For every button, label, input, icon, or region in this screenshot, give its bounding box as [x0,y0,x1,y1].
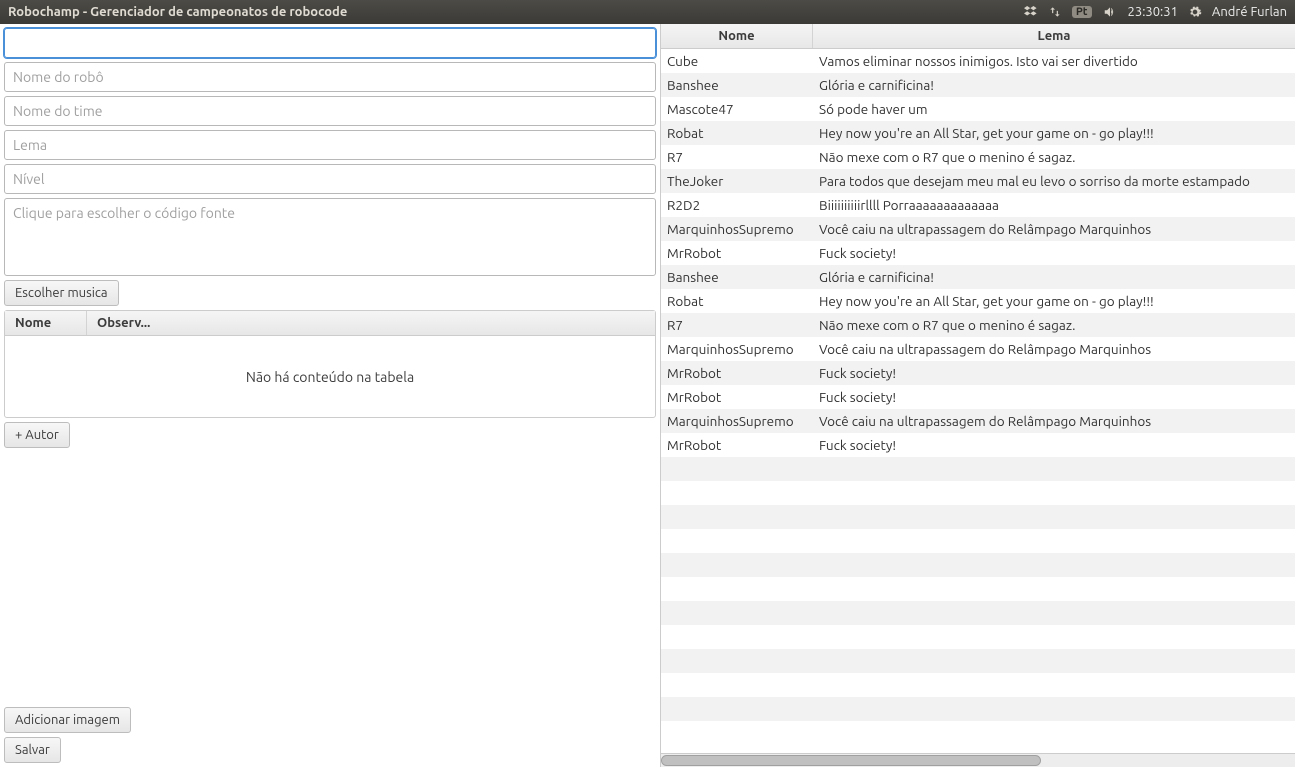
table-row[interactable]: Mascote47Só pode haver um [661,97,1295,121]
cell-nome: MarquinhosSupremo [661,221,813,237]
authors-table-header: Nome Observ... [5,311,655,336]
table-row-empty [661,649,1295,673]
cell-lema: Vamos eliminar nossos inimigos. Isto vai… [813,53,1295,69]
cell-nome: TheJoker [661,173,813,189]
titlebar: Robochamp - Gerenciador de campeonatos d… [0,0,1295,24]
authors-col-obs[interactable]: Observ... [87,311,655,335]
lema-input[interactable] [4,130,656,160]
table-row[interactable]: MrRobotFuck society! [661,241,1295,265]
cell-nome: MrRobot [661,245,813,261]
scrollbar-thumb[interactable] [661,755,1041,766]
table-row[interactable]: MarquinhosSupremoVocê caiu na ultrapassa… [661,409,1295,433]
dropbox-icon[interactable] [1024,5,1038,19]
add-image-button[interactable]: Adicionar imagem [4,707,131,733]
table-row[interactable]: MrRobotFuck society! [661,385,1295,409]
cell-lema: Não mexe com o R7 que o menino é sagaz. [813,317,1295,333]
clock[interactable]: 23:30:31 [1128,5,1178,19]
table-row[interactable]: TheJokerPara todos que desejam meu mal e… [661,169,1295,193]
cell-lema: Fuck society! [813,245,1295,261]
cell-lema: Glória e carnificina! [813,77,1295,93]
cell-nome: MrRobot [661,437,813,453]
cell-nome: Banshee [661,269,813,285]
cell-lema: Para todos que desejam meu mal eu levo o… [813,173,1295,189]
cell-nome: R2D2 [661,197,813,213]
table-row-empty [661,577,1295,601]
nivel-input[interactable] [4,164,656,194]
add-author-button[interactable]: + Autor [4,422,70,448]
gear-icon[interactable] [1188,5,1202,19]
authors-col-nome[interactable]: Nome [5,311,87,335]
network-icon[interactable] [1048,5,1062,19]
main-content: Escolher musica Nome Observ... Não há co… [0,24,1295,767]
cell-lema: Glória e carnificina! [813,269,1295,285]
volume-icon[interactable] [1102,5,1118,19]
user-menu[interactable]: André Furlan [1212,5,1287,19]
table-row[interactable]: R7Não mexe com o R7 que o menino é sagaz… [661,145,1295,169]
table-row[interactable]: RobatHey now you're an All Star, get you… [661,121,1295,145]
robots-table-body[interactable]: CubeVamos eliminar nossos inimigos. Isto… [661,49,1295,753]
table-row[interactable]: RobatHey now you're an All Star, get you… [661,289,1295,313]
cell-nome: MrRobot [661,389,813,405]
cell-lema: Fuck society! [813,365,1295,381]
cell-lema: Você caiu na ultrapassagem do Relâmpago … [813,221,1295,237]
cell-lema: Você caiu na ultrapassagem do Relâmpago … [813,413,1295,429]
cell-nome: MarquinhosSupremo [661,341,813,357]
table-row[interactable]: BansheeGlória e carnificina! [661,73,1295,97]
robot-name-input[interactable] [4,62,656,92]
robots-col-nome[interactable]: Nome [661,24,813,48]
cell-nome: Robat [661,293,813,309]
table-row-empty [661,721,1295,745]
cell-lema: Biiiiiiiiiirllll Porraaaaaaaaaaaaa [813,197,1295,213]
table-row[interactable]: MarquinhosSupremoVocê caiu na ultrapassa… [661,337,1295,361]
robots-col-lema[interactable]: Lema [813,24,1295,48]
table-row-empty [661,529,1295,553]
table-row-empty [661,553,1295,577]
robots-table-header: Nome Lema [661,24,1295,49]
table-row-empty [661,481,1295,505]
table-row[interactable]: BansheeGlória e carnificina! [661,265,1295,289]
cell-lema: Não mexe com o R7 que o menino é sagaz. [813,149,1295,165]
cell-nome: Banshee [661,77,813,93]
cell-nome: Cube [661,53,813,69]
authors-table-empty: Não há conteúdo na tabela [5,336,655,417]
table-row-empty [661,697,1295,721]
cell-nome: R7 [661,149,813,165]
table-row[interactable]: MrRobotFuck society! [661,433,1295,457]
cell-lema: Fuck society! [813,437,1295,453]
code-area[interactable] [4,198,656,276]
table-row-empty [661,673,1295,697]
authors-table: Nome Observ... Não há conteúdo na tabela [4,310,656,418]
cell-nome: Mascote47 [661,101,813,117]
cell-lema: Fuck society! [813,389,1295,405]
horizontal-scrollbar[interactable] [661,753,1295,767]
table-row[interactable]: CubeVamos eliminar nossos inimigos. Isto… [661,49,1295,73]
table-row-empty [661,505,1295,529]
table-row[interactable]: R2D2Biiiiiiiiiirllll Porraaaaaaaaaaaaa [661,193,1295,217]
form-panel: Escolher musica Nome Observ... Não há co… [0,24,660,767]
cell-nome: MrRobot [661,365,813,381]
cell-nome: Robat [661,125,813,141]
table-row-empty [661,625,1295,649]
cell-lema: Hey now you're an All Star, get your gam… [813,293,1295,309]
table-row[interactable]: R7Não mexe com o R7 que o menino é sagaz… [661,313,1295,337]
save-button[interactable]: Salvar [4,737,61,763]
choose-music-button[interactable]: Escolher musica [4,280,119,306]
cell-lema: Você caiu na ultrapassagem do Relâmpago … [813,341,1295,357]
spacer [4,452,656,703]
window-title: Robochamp - Gerenciador de campeonatos d… [8,5,1024,19]
cell-nome: MarquinhosSupremo [661,413,813,429]
table-row-empty [661,601,1295,625]
system-tray: Pt 23:30:31 André Furlan [1024,5,1287,19]
table-row-empty [661,457,1295,481]
field-1-input[interactable] [4,28,656,58]
team-name-input[interactable] [4,96,656,126]
cell-lema: Só pode haver um [813,101,1295,117]
table-row[interactable]: MrRobotFuck society! [661,361,1295,385]
robots-panel: Nome Lema CubeVamos eliminar nossos inim… [660,24,1295,767]
cell-lema: Hey now you're an All Star, get your gam… [813,125,1295,141]
cell-nome: R7 [661,317,813,333]
keyboard-layout-indicator[interactable]: Pt [1072,6,1092,18]
table-row[interactable]: MarquinhosSupremoVocê caiu na ultrapassa… [661,217,1295,241]
